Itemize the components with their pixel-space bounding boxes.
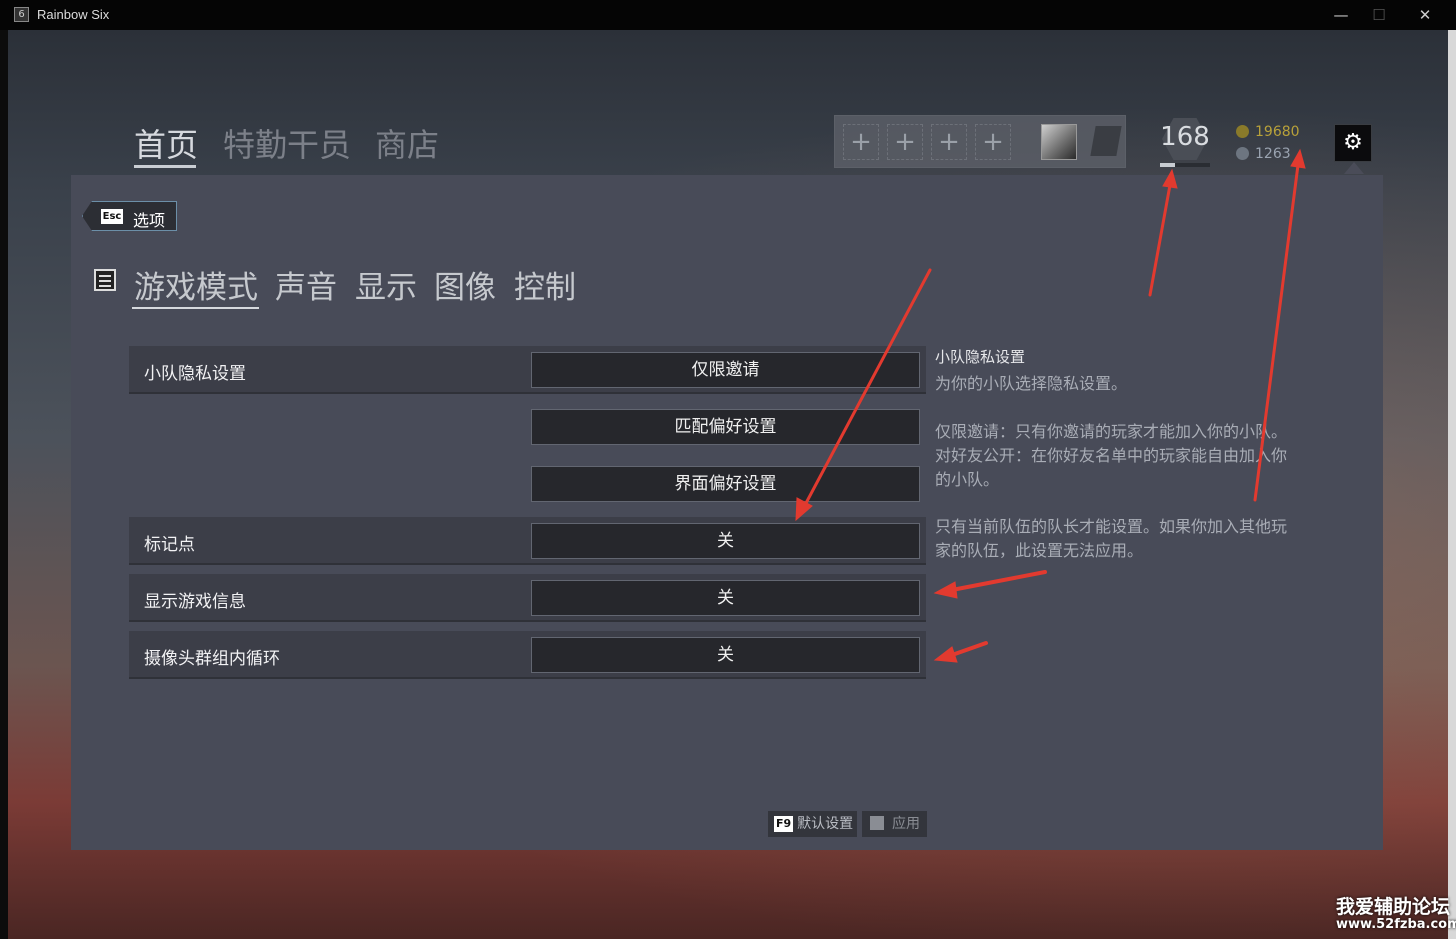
annotation-arrowhead [933,581,958,599]
annotation-arrowhead [1162,168,1178,189]
annotation-arrow [803,268,932,507]
annotation-arrowhead [795,497,813,522]
annotation-arrow [1253,163,1300,502]
annotation-arrow [1148,183,1172,297]
annotation-arrow [950,570,1047,592]
annotation-arrowhead [1290,148,1306,169]
annotation-arrowhead [933,646,958,663]
annotation-arrows [795,148,1306,663]
annotation-arrow [950,641,988,657]
